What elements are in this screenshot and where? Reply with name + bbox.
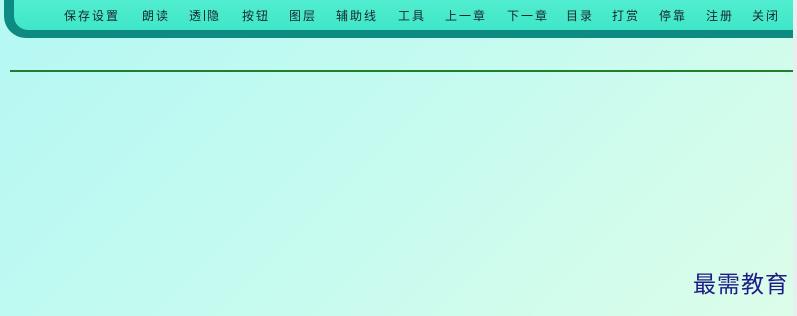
read-aloud-button[interactable]: 朗读: [142, 6, 170, 26]
close-button[interactable]: 关闭: [752, 6, 780, 26]
scrollbar[interactable]: [793, 0, 797, 316]
toggle-separator: [204, 10, 206, 21]
watermark-logo-text: 最需教育: [693, 272, 789, 298]
hide-label[interactable]: 隐: [207, 9, 221, 23]
next-chapter-button[interactable]: 下一章: [507, 6, 549, 26]
dock-button[interactable]: 停靠: [659, 6, 687, 26]
register-button[interactable]: 注册: [706, 6, 734, 26]
transparent-hide-toggle[interactable]: 透隐: [189, 6, 221, 26]
contents-button[interactable]: 目录: [566, 6, 594, 26]
buttons-button[interactable]: 按钮: [242, 6, 270, 26]
tip-button[interactable]: 打赏: [612, 6, 640, 26]
layers-button[interactable]: 图层: [289, 6, 317, 26]
content-divider: [10, 70, 793, 72]
prev-chapter-button[interactable]: 上一章: [445, 6, 487, 26]
tools-button[interactable]: 工具: [398, 6, 426, 26]
transparent-label[interactable]: 透: [189, 9, 203, 23]
save-settings-button[interactable]: 保存设置: [64, 6, 120, 26]
guides-button[interactable]: 辅助线: [336, 6, 378, 26]
reader-menu: 保存设置 朗读 透隐 按钮 图层 辅助线 工具 上一章 下一章 目录 打赏 停靠…: [0, 6, 797, 26]
